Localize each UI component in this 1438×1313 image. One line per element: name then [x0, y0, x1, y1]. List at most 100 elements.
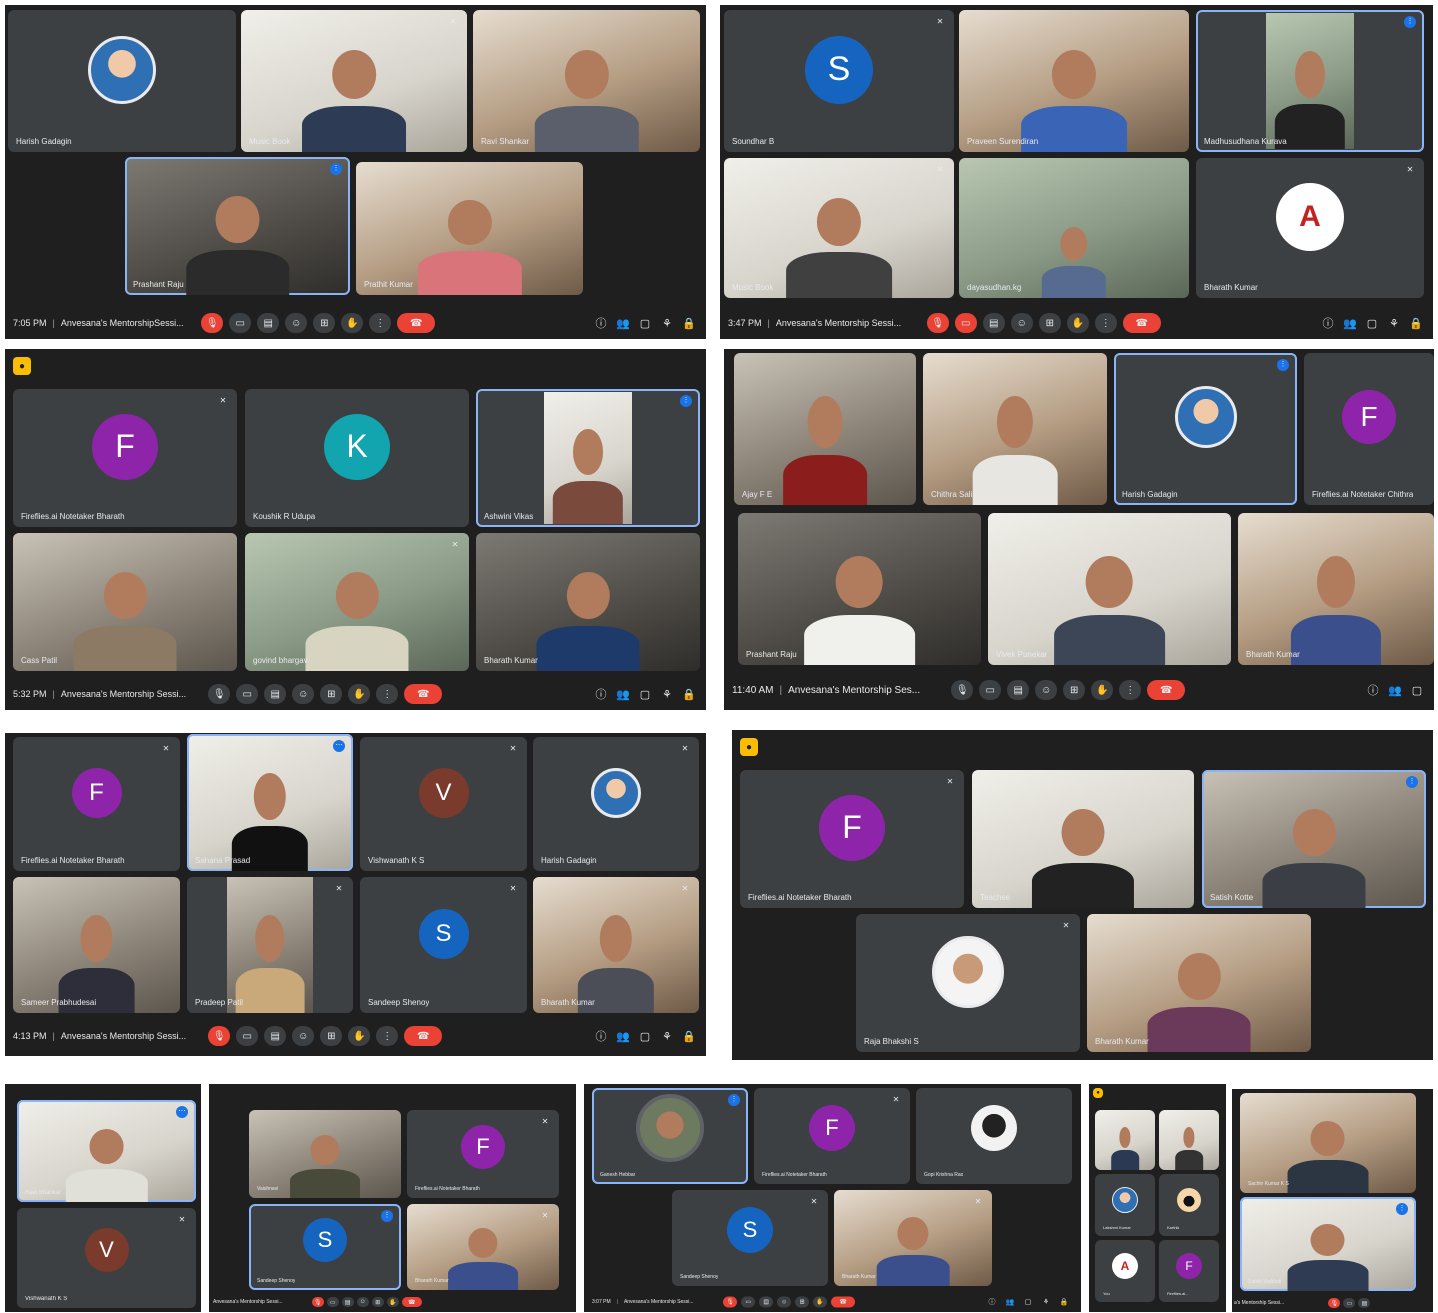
people-icon[interactable]: 👥 [616, 1029, 630, 1043]
hangup-icon[interactable]: ☎ [1122, 313, 1161, 333]
participant-tile[interactable]: S ⋮ Sandeep Shenoy [249, 1204, 401, 1290]
raise-hand-icon[interactable]: ✋ [348, 684, 371, 704]
captions-icon[interactable]: ▤ [264, 1026, 287, 1046]
more-icon[interactable]: ⋮ [376, 684, 399, 704]
participant-tile[interactable]: ⋯ Ravi Shankar [17, 1100, 196, 1202]
participant-tile[interactable]: Harish Gadagin [8, 10, 236, 152]
participant-tile[interactable]: ⋮ Ganesh Hebbar [592, 1088, 748, 1184]
mic-off-icon[interactable]: 🎙 [1328, 1298, 1341, 1308]
camera-icon[interactable]: ▭ [229, 313, 252, 333]
participant-tile[interactable]: ✕ Harish Gadagin [533, 737, 699, 871]
participant-tile[interactable]: F ✕ Fireflies.ai Notetaker Bharath [754, 1088, 910, 1184]
mic-off-icon[interactable]: 🎙 [926, 313, 949, 333]
participant-tile[interactable]: ⋮ Satish Vaddadi [1240, 1197, 1416, 1291]
participant-tile[interactable]: K Koushik R Udupa [245, 389, 469, 527]
mic-icon[interactable]: 🎙 [208, 684, 231, 704]
participant-tile[interactable]: S ✕ Soundhar B [724, 10, 954, 152]
participant-tile[interactable]: ✕ Bharath Kumar [533, 877, 699, 1013]
participant-tile[interactable]: ✕ Bharath Kumar [834, 1190, 992, 1286]
raise-hand-icon[interactable]: ✋ [1091, 680, 1114, 700]
participant-tile[interactable]: Sachin Kumar K S [1240, 1093, 1416, 1193]
chat-icon[interactable]: ▢ [1410, 683, 1424, 697]
camera-icon[interactable]: ▭ [979, 680, 1002, 700]
more-icon[interactable]: ⋮ [1094, 313, 1117, 333]
hangup-icon[interactable]: ☎ [397, 313, 436, 333]
emoji-icon[interactable]: ☺ [292, 1026, 315, 1046]
participant-tile[interactable]: F ✕ Fireflies.ai Notetaker Bharath [407, 1110, 559, 1198]
chat-icon[interactable]: ▢ [638, 687, 652, 701]
mic-off-icon[interactable]: 🎙 [208, 1026, 231, 1046]
raise-hand-icon[interactable]: ✋ [341, 313, 364, 333]
raise-hand-icon[interactable]: ✋ [348, 1026, 371, 1046]
hangup-icon[interactable]: ☎ [401, 1297, 422, 1307]
activities-icon[interactable]: ⚘ [660, 316, 674, 330]
raise-hand-icon[interactable]: ✋ [386, 1297, 399, 1307]
participant-tile[interactable]: Bharath Kumar [1087, 914, 1311, 1052]
lock-icon[interactable]: 🔒 [1057, 1295, 1071, 1309]
present-icon[interactable]: ⊞ [1063, 680, 1086, 700]
people-icon[interactable]: 👥 [616, 687, 630, 701]
participant-tile[interactable]: Vaishnavi [249, 1110, 401, 1198]
activities-icon[interactable]: ⚘ [1039, 1295, 1053, 1309]
info-icon[interactable]: ⓘ [985, 1295, 999, 1309]
participant-tile[interactable]: Lakshmi Kumar [1095, 1174, 1155, 1236]
participant-tile[interactable]: F ✕ Fireflies.ai Notetaker Bharath [13, 389, 237, 527]
activities-icon[interactable]: ⚘ [1387, 316, 1401, 330]
participant-tile[interactable]: Vivek Punekar [988, 513, 1231, 665]
participant-tile[interactable]: F ✕ Fireflies.ai Notetaker Bharath [740, 770, 964, 908]
participant-tile[interactable]: dayasudhan.kg [959, 158, 1189, 298]
people-icon[interactable]: 👥 [1003, 1295, 1017, 1309]
participant-tile[interactable]: Ajay F E [734, 353, 916, 505]
info-icon[interactable]: ⓘ [1366, 683, 1380, 697]
present-icon[interactable]: ⊞ [795, 1296, 810, 1308]
camera-icon[interactable]: ▭ [236, 1026, 259, 1046]
emoji-icon[interactable]: ☺ [292, 684, 315, 704]
more-icon[interactable]: ⋮ [1119, 680, 1142, 700]
captions-icon[interactable]: ▤ [1358, 1298, 1371, 1308]
participant-tile[interactable]: F Fireflies.ai Notetaker Chithra [1304, 353, 1434, 505]
hangup-icon[interactable]: ☎ [404, 1026, 443, 1046]
activities-icon[interactable]: ⚘ [660, 1029, 674, 1043]
camera-icon[interactable]: ▭ [326, 1297, 339, 1307]
info-icon[interactable]: ⓘ [1321, 316, 1335, 330]
participant-tile[interactable]: Chithra Salin [923, 353, 1107, 505]
emoji-icon[interactable]: ☺ [285, 313, 308, 333]
participant-tile[interactable]: ✕ Pradeep Patil [187, 877, 353, 1013]
info-icon[interactable]: ⓘ [594, 316, 608, 330]
lock-icon[interactable]: 🔒 [682, 687, 696, 701]
captions-icon[interactable]: ▤ [264, 684, 287, 704]
lock-icon[interactable]: 🔒 [682, 316, 696, 330]
captions-icon[interactable]: ▤ [759, 1296, 774, 1308]
present-icon[interactable]: ⊞ [313, 313, 336, 333]
participant-tile[interactable]: Bharath Kumar [476, 533, 700, 671]
activities-icon[interactable]: ⚘ [660, 687, 674, 701]
raise-hand-icon[interactable]: ✋ [813, 1296, 828, 1308]
participant-tile[interactable]: Sameer Prabhudesai [13, 877, 180, 1013]
emoji-icon[interactable]: ☺ [1010, 313, 1033, 333]
emoji-icon[interactable]: ☺ [356, 1297, 369, 1307]
participant-tile[interactable]: Praveen Surendiran [959, 10, 1189, 152]
participant-tile[interactable]: A ✕ Bharath Kumar [1196, 158, 1424, 298]
participant-tile[interactable]: Prathit Kumar [356, 162, 583, 295]
hangup-icon[interactable]: ☎ [404, 684, 443, 704]
lock-icon[interactable]: 🔒 [682, 1029, 696, 1043]
info-icon[interactable]: ⓘ [594, 1029, 608, 1043]
people-icon[interactable]: 👥 [616, 316, 630, 330]
present-icon[interactable]: ⊞ [1038, 313, 1061, 333]
chat-icon[interactable]: ▢ [1365, 316, 1379, 330]
present-icon[interactable]: ⊞ [320, 1026, 343, 1046]
more-icon[interactable]: ⋮ [376, 1026, 399, 1046]
camera-icon[interactable]: ▭ [741, 1296, 756, 1308]
chat-icon[interactable]: ▢ [638, 316, 652, 330]
present-icon[interactable]: ⊞ [320, 684, 343, 704]
raise-hand-icon[interactable]: ✋ [1066, 313, 1089, 333]
participant-tile[interactable]: ⋮ Ashwini Vikas [476, 389, 700, 527]
participant-tile[interactable]: ⋮ Prashant Raju [125, 157, 350, 295]
lock-icon[interactable]: 🔒 [1409, 316, 1423, 330]
captions-icon[interactable]: ▤ [257, 313, 280, 333]
participant-tile[interactable]: ⋮ Satish Kotte [1202, 770, 1426, 908]
participant-tile[interactable]: ⋮ Harish Gadagin [1114, 353, 1297, 505]
chat-icon[interactable]: ▢ [638, 1029, 652, 1043]
participant-tile[interactable]: Ravi Shankar [473, 10, 700, 152]
participant-tile[interactable]: ✕ Music Book [241, 10, 467, 152]
